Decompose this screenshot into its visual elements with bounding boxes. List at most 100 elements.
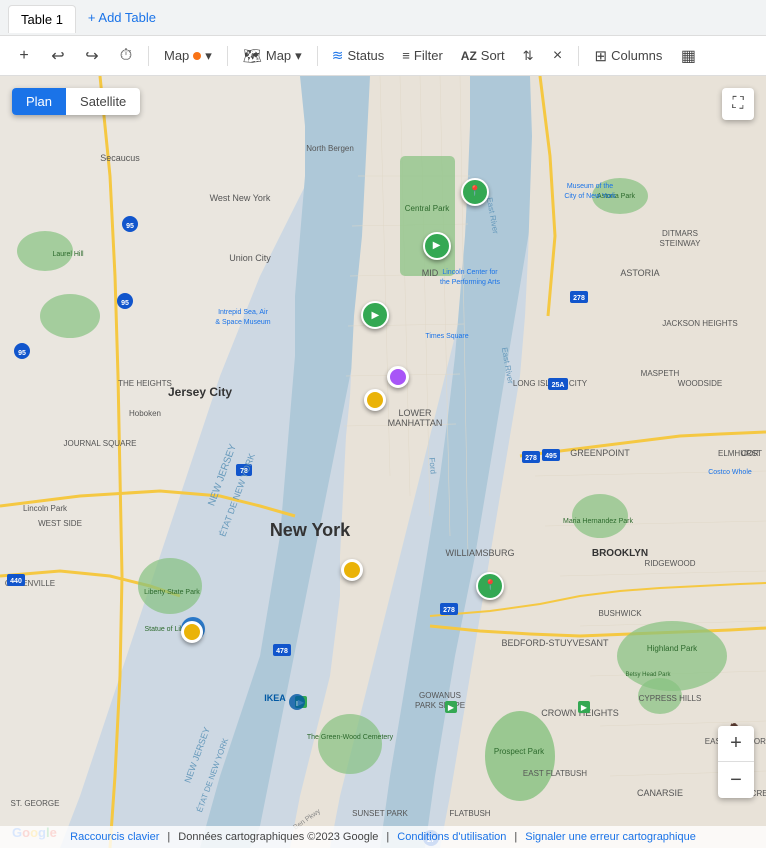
grid-view-button[interactable]: ▦ (674, 42, 702, 70)
svg-text:BEDFORD-STUYVESANT: BEDFORD-STUYVESANT (501, 638, 609, 648)
svg-text:ASTORIA: ASTORIA (620, 268, 659, 278)
svg-text:I: I (296, 701, 298, 708)
svg-text:West New York: West New York (210, 193, 271, 203)
report-error-link[interactable]: Signaler une erreur cartographique (525, 831, 696, 843)
svg-text:North Bergen: North Bergen (306, 144, 354, 153)
zoom-out-button[interactable]: − (718, 762, 754, 798)
separator-2 (227, 46, 228, 66)
svg-text:PARK SLOPE: PARK SLOPE (415, 701, 465, 710)
plan-button[interactable]: Plan (12, 88, 66, 115)
tab-bar: Table 1 + Add Table (0, 0, 766, 36)
filter-button[interactable]: ≡ Filter (394, 42, 450, 70)
map-toggle: Plan Satellite (12, 88, 140, 115)
table-tab-label: Table 1 (21, 12, 63, 27)
sort-extra-button[interactable]: ⇅ (515, 42, 542, 70)
svg-text:Liberty State Park: Liberty State Park (144, 589, 200, 596)
svg-text:▶: ▶ (581, 703, 588, 712)
satellite-button[interactable]: Satellite (66, 88, 140, 115)
svg-text:SUNSET PARK: SUNSET PARK (352, 809, 408, 818)
map-marker-4[interactable] (181, 621, 203, 643)
sort-button[interactable]: AZ Sort (453, 42, 513, 70)
svg-text:495: 495 (545, 453, 557, 460)
map-label: Map (164, 48, 189, 63)
keyboard-shortcuts-link[interactable]: Raccourcis clavier (70, 831, 159, 843)
svg-text:Hoboken: Hoboken (129, 409, 161, 418)
svg-text:Central Park: Central Park (405, 204, 450, 213)
svg-text:COR: COR (741, 449, 759, 458)
map-marker-1[interactable] (364, 389, 386, 411)
svg-text:WOODSIDE: WOODSIDE (678, 379, 722, 388)
map-type-button[interactable]: 🗺 Map ▾ (234, 42, 311, 70)
map-marker-2[interactable] (387, 366, 409, 388)
svg-text:New York: New York (270, 520, 351, 540)
svg-text:Times Square: Times Square (425, 333, 468, 340)
redo-button[interactable]: ↪ (76, 42, 108, 70)
svg-text:Betsy Head Park: Betsy Head Park (625, 672, 671, 678)
svg-text:IKEA: IKEA (264, 693, 286, 703)
status-button[interactable]: ≋ Status (324, 42, 393, 70)
columns-button[interactable]: ⊞ Columns (585, 42, 673, 70)
svg-text:BROOKLYN: BROOKLYN (592, 548, 648, 559)
map-type-dropdown-icon: ▾ (295, 48, 302, 64)
svg-text:FLATBUSH: FLATBUSH (449, 809, 490, 818)
svg-text:440: 440 (10, 578, 22, 585)
svg-text:278: 278 (443, 607, 455, 614)
columns-icon: ⊞ (595, 47, 608, 65)
fullscreen-icon: ⛶ (732, 95, 743, 113)
sort-label: Sort (481, 48, 505, 63)
svg-text:Maria Hernandez Park: Maria Hernandez Park (563, 518, 634, 525)
svg-text:Museum of the: Museum of the (567, 183, 613, 190)
map-svg: Jersey City New York LOWER MANHATTAN MID… (0, 76, 766, 848)
terms-link[interactable]: Conditions d'utilisation (397, 831, 506, 843)
map-marker-5[interactable]: 📍 (461, 178, 489, 206)
filter-icon: ≡ (402, 48, 410, 63)
zoom-out-icon: − (730, 769, 742, 792)
map-data-text: Données cartographiques ©2023 Google (178, 831, 378, 843)
history-button[interactable]: ⏱ (110, 42, 142, 70)
map-marker-7[interactable]: 📍 (476, 572, 504, 600)
fullscreen-button[interactable]: ⛶ (722, 88, 754, 120)
svg-text:Ford: Ford (427, 457, 437, 474)
table-tab[interactable]: Table 1 (8, 5, 76, 33)
close-button[interactable]: × (544, 42, 572, 70)
svg-text:Lincoln Park: Lincoln Park (23, 504, 68, 513)
map-container[interactable]: Jersey City New York LOWER MANHATTAN MID… (0, 76, 766, 848)
columns-label: Columns (611, 48, 662, 63)
svg-text:CANARSIE: CANARSIE (637, 788, 683, 798)
map-marker-3[interactable] (341, 559, 363, 581)
svg-text:Highland Park: Highland Park (647, 644, 698, 653)
map-dot (193, 52, 201, 60)
svg-text:Lincoln Center for: Lincoln Center for (442, 269, 498, 276)
svg-text:RIDGEWOOD: RIDGEWOOD (644, 559, 695, 568)
filter-label: Filter (414, 48, 443, 63)
separator-1 (148, 46, 149, 66)
add-button[interactable]: + (8, 42, 40, 70)
map-type-label: Map (266, 48, 291, 63)
svg-text:THE HEIGHTS: THE HEIGHTS (118, 379, 172, 388)
svg-text:JACKSON HEIGHTS: JACKSON HEIGHTS (662, 319, 738, 328)
svg-text:ST. GEORGE: ST. GEORGE (11, 799, 60, 808)
svg-text:Intrepid Sea, Air: Intrepid Sea, Air (218, 309, 268, 316)
svg-text:JOURNAL SQUARE: JOURNAL SQUARE (63, 439, 136, 448)
zoom-in-button[interactable]: + (718, 726, 754, 762)
add-table-button[interactable]: + Add Table (80, 6, 164, 29)
separator-4 (578, 46, 579, 66)
undo-button[interactable]: ↩ (42, 42, 74, 70)
svg-text:25A: 25A (552, 382, 565, 389)
toolbar: + ↩ ↪ ⏱ Map ▾ 🗺 Map ▾ ≋ Status ≡ Filter … (0, 36, 766, 76)
map-marker-8[interactable]: ▶ (361, 301, 389, 329)
svg-text:Prospect Park: Prospect Park (494, 747, 545, 756)
svg-text:DITMARS: DITMARS (662, 229, 698, 238)
map-marker-6[interactable]: ▶ (423, 232, 451, 260)
svg-text:95: 95 (18, 350, 26, 357)
svg-text:MANHATTAN: MANHATTAN (388, 418, 443, 428)
svg-text:MID: MID (422, 268, 439, 278)
svg-text:the Performing Arts: the Performing Arts (440, 279, 500, 286)
svg-text:278: 278 (525, 455, 537, 462)
svg-text:95: 95 (121, 300, 129, 307)
svg-text:MASPETH: MASPETH (641, 369, 680, 378)
sort-az-icon: AZ (461, 49, 477, 63)
svg-text:95: 95 (126, 223, 134, 230)
map-view-button[interactable]: Map ▾ (155, 42, 221, 70)
svg-text:LOWER: LOWER (398, 408, 432, 418)
